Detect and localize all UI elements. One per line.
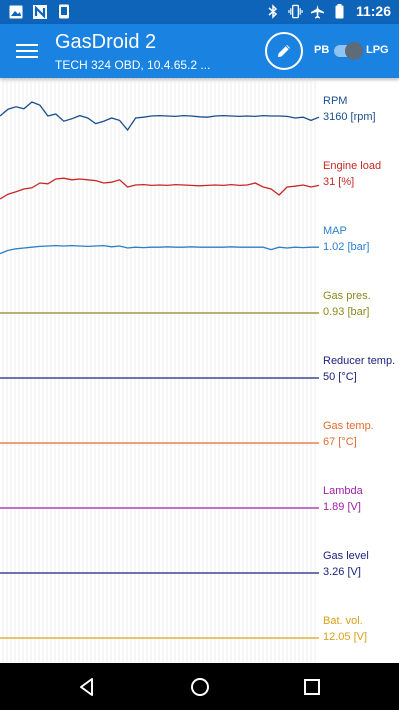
airplane-icon	[310, 4, 325, 19]
series-value-8: 12.05 [V]	[323, 631, 368, 643]
home-button[interactable]	[186, 673, 214, 701]
series-name-8: Bat. vol.	[323, 615, 363, 627]
series-value-3: 0.93 [bar]	[323, 306, 370, 318]
vibrate-icon	[288, 4, 303, 19]
app-bar: GasDroid 2 TECH 324 OBD, 10.4.65.2 ... P…	[0, 24, 399, 78]
series-value-2: 1.02 [bar]	[323, 241, 370, 253]
fuel-lpg-label: LPG	[366, 44, 389, 56]
pencil-icon	[278, 45, 290, 57]
clock: 11:26	[355, 3, 391, 19]
series-name-3: Gas pres.	[323, 290, 371, 302]
series-value-5: 67 [°C]	[323, 436, 357, 448]
image-icon	[8, 4, 23, 19]
recents-icon	[304, 679, 320, 695]
back-button[interactable]	[73, 673, 101, 701]
live-chart: RPM 3160 [rpm] Engine load 31 [%] MAP 1.02 [b…	[0, 78, 399, 663]
navigation-bar	[0, 663, 399, 710]
n-icon	[32, 4, 47, 19]
edit-button[interactable]	[265, 32, 303, 70]
series-name-4: Reducer temp.	[323, 355, 396, 367]
series-name-0: RPM	[323, 95, 348, 107]
series-value-4: 50 [°C]	[323, 371, 357, 383]
series-value-0: 3160 [rpm]	[323, 111, 376, 123]
menu-icon	[16, 44, 38, 46]
fuel-pb-label: PB	[314, 44, 330, 56]
battery-icon	[332, 3, 347, 19]
app-title: GasDroid 2	[55, 31, 157, 53]
series-name-7: Gas level	[323, 550, 369, 562]
series-name-6: Lambda	[323, 485, 363, 497]
bluetooth-icon	[266, 3, 281, 19]
home-icon	[191, 678, 209, 696]
back-icon	[80, 678, 93, 696]
fuel-toggle[interactable]	[332, 41, 364, 60]
menu-button[interactable]	[16, 40, 38, 62]
device-icon	[56, 4, 71, 19]
status-bar: 11:26	[0, 0, 399, 24]
series-value-7: 3.26 [V]	[323, 566, 361, 578]
recents-button[interactable]	[298, 673, 326, 701]
series-value-6: 1.89 [V]	[323, 501, 361, 513]
series-name-1: Engine load	[323, 160, 382, 172]
connection-subtitle: TECH 324 OBD, 10.4.65.2 ...	[55, 58, 211, 72]
series-value-1: 31 [%]	[323, 176, 355, 188]
series-name-2: MAP	[323, 225, 347, 237]
series-name-5: Gas temp.	[323, 420, 374, 432]
